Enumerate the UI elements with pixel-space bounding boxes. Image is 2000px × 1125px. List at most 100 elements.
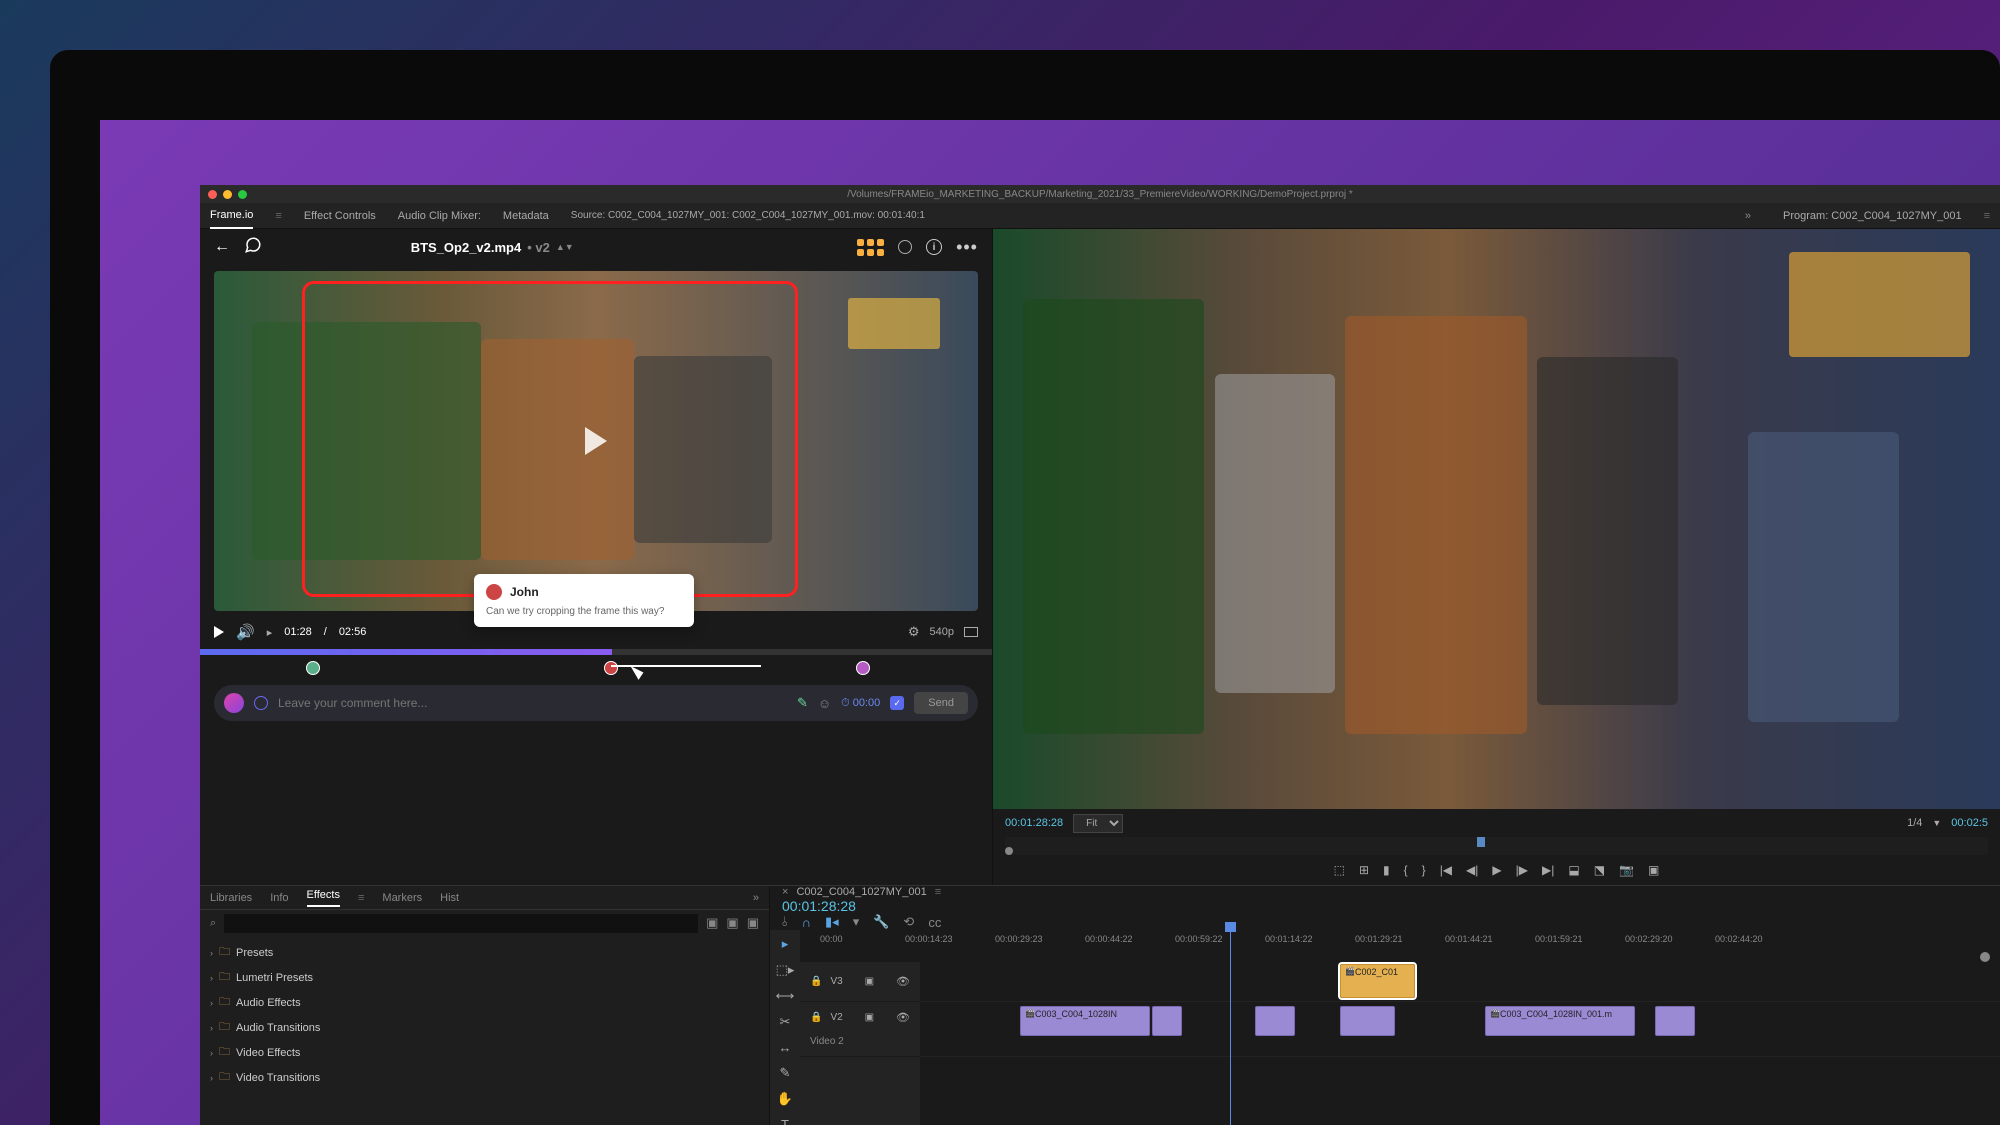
- more-actions-icon[interactable]: •••: [956, 237, 978, 258]
- out-point-icon[interactable]: }: [1422, 863, 1426, 877]
- send-button[interactable]: Send: [914, 692, 968, 714]
- effects-folder[interactable]: ›🗀Audio Effects: [210, 990, 759, 1015]
- in-point-icon[interactable]: {: [1404, 863, 1408, 877]
- clip-version[interactable]: • v2: [527, 240, 550, 255]
- timeline-clip[interactable]: 🎬C002_C01: [1340, 964, 1415, 998]
- zoom-fit-dropdown[interactable]: Fit: [1073, 814, 1123, 833]
- timecode-toggle[interactable]: ✓: [890, 696, 904, 710]
- marker-tool-icon[interactable]: ▮◂: [825, 914, 839, 930]
- visibility-icon[interactable]: 👁: [896, 1011, 910, 1024]
- tab-info[interactable]: Info: [270, 892, 288, 904]
- timeline-marker-track[interactable]: [800, 952, 2000, 962]
- tab-history[interactable]: Hist: [440, 892, 459, 904]
- play-icon[interactable]: ▶: [1492, 863, 1501, 877]
- tab-effects[interactable]: Effects: [307, 889, 340, 907]
- annotation-box[interactable]: [302, 281, 798, 597]
- timeline-clip[interactable]: [1340, 1006, 1395, 1036]
- tab-effect-controls[interactable]: Effect Controls: [304, 204, 376, 228]
- tab-libraries[interactable]: Libraries: [210, 892, 252, 904]
- slip-tool-icon[interactable]: ↔: [779, 1040, 792, 1055]
- version-dropdown-icon[interactable]: ▲▼: [556, 242, 574, 252]
- snap-icon[interactable]: ⫰: [782, 914, 788, 930]
- timeline-ruler[interactable]: 00:00 00:00:14:23 00:00:29:23 00:00:44:2…: [800, 930, 2000, 952]
- type-tool-icon[interactable]: T: [781, 1117, 789, 1125]
- comments-icon[interactable]: [244, 236, 262, 259]
- grid-view-icon[interactable]: [857, 239, 884, 256]
- fx-badge-icon[interactable]: ▣: [747, 915, 759, 931]
- effects-folder[interactable]: ›🗀Lumetri Presets: [210, 965, 759, 990]
- track-v3[interactable]: 🎬C002_C01: [920, 962, 2000, 1002]
- caption-icon[interactable]: cc: [928, 915, 941, 930]
- camera-icon[interactable]: 📷: [1619, 863, 1634, 877]
- step-back-icon[interactable]: ◀|: [1466, 863, 1478, 877]
- ripple-tool-icon[interactable]: ⟷: [776, 988, 795, 1004]
- source-clip-label[interactable]: Source: C002_C004_1027MY_001: C002_C004_…: [571, 204, 925, 227]
- tool-icon[interactable]: ⟲: [903, 914, 914, 930]
- insert-icon[interactable]: ⊞: [1359, 863, 1369, 877]
- close-window-button[interactable]: [208, 190, 217, 199]
- progress-bar[interactable]: [200, 649, 992, 655]
- volume-icon[interactable]: 🔊: [236, 623, 255, 641]
- marker-icon[interactable]: ▮: [1383, 863, 1390, 877]
- tabs-overflow-icon[interactable]: »: [1745, 210, 1751, 222]
- fx-badge-icon[interactable]: ▣: [726, 915, 738, 931]
- hand-tool-icon[interactable]: ✋: [777, 1091, 793, 1107]
- tab-frameio[interactable]: Frame.io: [210, 203, 253, 229]
- compare-icon[interactable]: ▣: [1648, 863, 1659, 877]
- tool-icon[interactable]: ▾: [853, 914, 860, 930]
- effects-folder[interactable]: ›🗀Video Transitions: [210, 1065, 759, 1090]
- timeline-playhead[interactable]: [1230, 930, 1231, 1125]
- index-dropdown-icon[interactable]: ▼: [1932, 818, 1941, 828]
- play-overlay-icon[interactable]: [585, 427, 607, 455]
- timeline-clip[interactable]: 🎬C003_C004_1028IN_001.m: [1485, 1006, 1635, 1036]
- attachment-icon[interactable]: [254, 696, 268, 710]
- back-button[interactable]: ←: [214, 238, 230, 256]
- settings-gear-icon[interactable]: ⚙: [908, 624, 920, 640]
- tabs-overflow-icon[interactable]: »: [753, 892, 759, 904]
- close-sequence-icon[interactable]: ×: [782, 886, 788, 898]
- tab-program[interactable]: Program: C002_C004_1027MY_001: [1783, 204, 1962, 228]
- resolution-label[interactable]: 540p: [930, 626, 954, 638]
- effects-folder[interactable]: ›🗀Audio Transitions: [210, 1015, 759, 1040]
- lift-icon[interactable]: ⬓: [1568, 863, 1579, 877]
- settings-wrench-icon[interactable]: 🔧: [873, 914, 889, 930]
- comment-marker[interactable]: [604, 661, 618, 675]
- linked-selection-icon[interactable]: ∩: [802, 915, 811, 930]
- panel-menu-icon[interactable]: ≡: [935, 886, 941, 898]
- step-forward-icon[interactable]: |▶: [1516, 863, 1528, 877]
- track-header-v2[interactable]: 🔒 V2 ▣ 👁 Video 2: [800, 1002, 920, 1057]
- maximize-window-button[interactable]: [238, 190, 247, 199]
- volume-slider-icon[interactable]: ▸: [267, 626, 273, 639]
- play-button[interactable]: [214, 626, 224, 638]
- frameio-video-preview[interactable]: John Can we try cropping the frame this …: [214, 271, 978, 611]
- tab-metadata[interactable]: Metadata: [503, 204, 549, 228]
- timecode-badge[interactable]: ⏱ 00:00: [841, 697, 880, 710]
- program-monitor[interactable]: [993, 229, 2000, 809]
- pen-tool-icon[interactable]: ✎: [780, 1065, 791, 1081]
- sequence-name[interactable]: C002_C004_1027MY_001: [796, 886, 926, 898]
- comment-marker[interactable]: [856, 661, 870, 675]
- draw-annotation-icon[interactable]: ✎: [797, 695, 808, 711]
- work-area-end[interactable]: [1980, 952, 1990, 962]
- effects-folder[interactable]: ›🗀Video Effects: [210, 1040, 759, 1065]
- effects-folder[interactable]: ›🗀Presets: [210, 940, 759, 965]
- selection-tool-icon[interactable]: ▸: [782, 936, 789, 952]
- program-playhead[interactable]: [1477, 837, 1485, 847]
- track-v2[interactable]: 🎬C003_C004_1028IN 🎬C003_C004_1028IN_001.…: [920, 1002, 2000, 1057]
- timeline-timecode[interactable]: 00:01:28:28: [770, 898, 2000, 914]
- export-frame-icon[interactable]: ⬚: [1334, 863, 1345, 877]
- effects-search-input[interactable]: [224, 914, 698, 933]
- razor-tool-icon[interactable]: ✂: [780, 1014, 791, 1030]
- timeline-clip[interactable]: [1655, 1006, 1695, 1036]
- lock-icon[interactable]: 🔒: [810, 1012, 822, 1023]
- timeline-clips-area[interactable]: 🎬C002_C01 🎬C003_C004_1028IN 🎬C003_C004_1…: [920, 962, 2000, 1125]
- extract-icon[interactable]: ⬔: [1594, 863, 1605, 877]
- emoji-icon[interactable]: ☺: [818, 696, 831, 711]
- info-icon[interactable]: i: [926, 239, 942, 255]
- timeline-clip[interactable]: 🎬C003_C004_1028IN: [1020, 1006, 1150, 1036]
- go-to-in-icon[interactable]: |◀: [1440, 863, 1452, 877]
- fx-badge-icon[interactable]: ▣: [706, 915, 718, 931]
- timeline-clip[interactable]: [1152, 1006, 1182, 1036]
- track-select-tool-icon[interactable]: ⬚▸: [776, 962, 795, 978]
- in-point-icon[interactable]: [1005, 847, 1013, 855]
